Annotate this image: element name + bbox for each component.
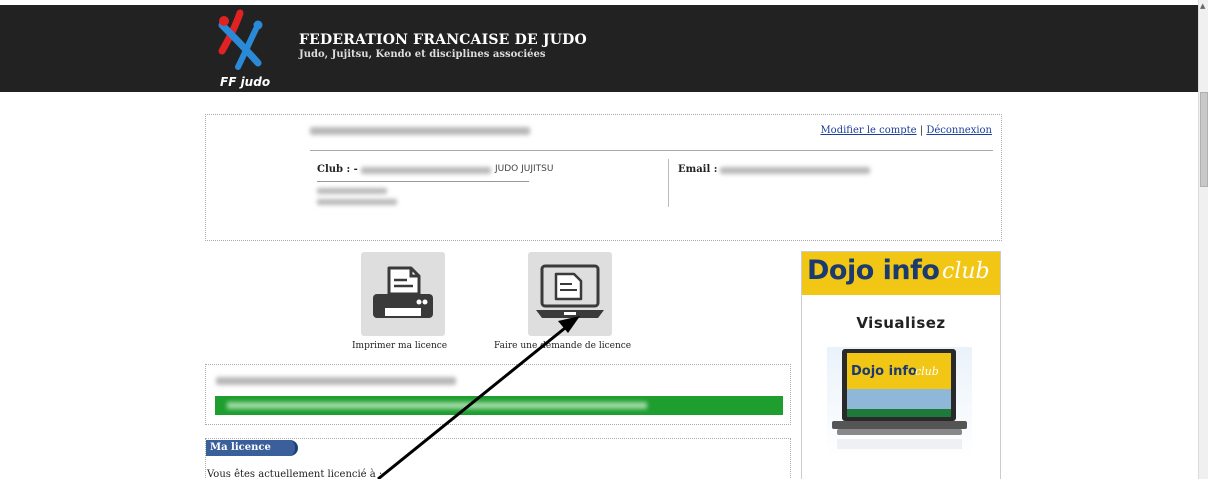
email-value-redacted (720, 167, 870, 174)
ffjudo-logo-icon[interactable]: FF judo (200, 5, 280, 92)
email-label: Email : (678, 164, 718, 175)
club-number-redacted (361, 167, 491, 174)
club-divider (317, 181, 529, 182)
printer-icon (373, 266, 433, 318)
request-licence-label[interactable]: Faire une demande de licence (494, 341, 631, 351)
print-licence-label[interactable]: Imprimer ma licence (352, 341, 447, 351)
modify-account-link[interactable]: Modifier le compte (820, 125, 916, 136)
account-links: Modifier le compte | Déconnexion (820, 125, 992, 136)
site-header: FF judo FEDERATION FRANCAISE DE JUDO Jud… (0, 5, 1198, 92)
account-panel: Modifier le compte | Déconnexion Club : … (205, 114, 1002, 241)
logo-text: FF judo (220, 75, 271, 89)
laptop-tile[interactable] (528, 252, 612, 336)
printer-tile[interactable] (361, 252, 445, 336)
logout-link[interactable]: Déconnexion (926, 125, 992, 136)
dojo-info-header: Dojo info club (802, 252, 1000, 295)
club-address-line2-redacted (317, 199, 397, 205)
scrollbar-thumb[interactable] (1200, 92, 1208, 187)
licence-tab: Ma licence (206, 440, 298, 456)
laptop-screen-club: club (915, 365, 939, 378)
licence-current-club-text: Vous êtes actuellement licencié à : (207, 469, 383, 479)
laptop-icon (536, 264, 604, 318)
link-separator: | (919, 125, 924, 136)
site-title: FEDERATION FRANCAISE DE JUDO (299, 32, 587, 48)
pending-request-notice (205, 364, 791, 425)
dojo-info-club-banner[interactable]: Dojo info club Visualisez Dojo info club (801, 251, 1001, 479)
request-licence-button[interactable]: Faire une demande de licence (490, 252, 650, 352)
dojo-info-laptop-image: Dojo info club (827, 347, 972, 457)
notice-text-redacted (216, 377, 456, 385)
laptop-screen-brand: Dojo info (851, 364, 917, 379)
licence-section: Ma licence Vous êtes actuellement licenc… (205, 438, 791, 479)
scroll-up-icon[interactable]: ▲ (1200, 2, 1205, 10)
club-address-line1-redacted (317, 188, 387, 194)
dojo-info-brand: Dojo info (807, 255, 940, 286)
account-divider (310, 150, 993, 151)
club-label: Club : - (317, 164, 358, 175)
pending-request-status-bar[interactable] (215, 396, 783, 415)
club-name: JUDO JUJITSU (495, 164, 554, 174)
site-subtitle: Judo, Jujitsu, Kendo et disciplines asso… (299, 49, 546, 60)
status-text-redacted (227, 402, 647, 409)
print-licence-button[interactable]: Imprimer ma licence (340, 252, 470, 352)
column-divider (668, 159, 669, 207)
account-name-redacted (310, 127, 530, 135)
page-scrollbar[interactable]: ▲ (1198, 0, 1208, 479)
dojo-info-club-word: club (942, 259, 990, 284)
visualisez-heading: Visualisez (856, 314, 946, 332)
